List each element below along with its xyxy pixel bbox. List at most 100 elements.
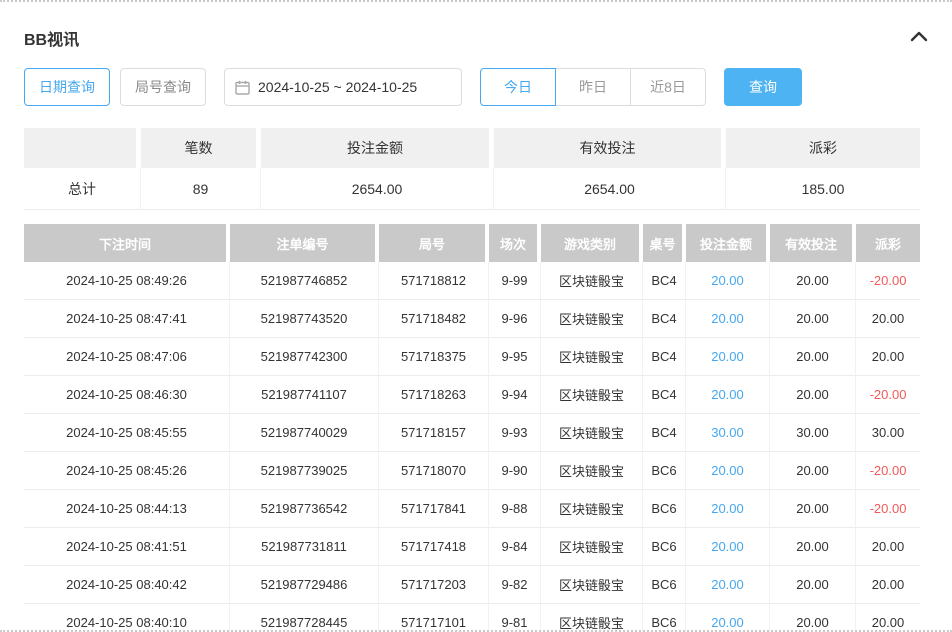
cell-order-number: 521987743520 — [230, 300, 379, 338]
cell-table-number: BC4 — [643, 300, 686, 338]
cell-bet-amount-link[interactable]: 20.00 — [686, 528, 770, 566]
cell-order-number: 521987736542 — [230, 490, 379, 528]
cell-round-number: 571717101 — [379, 604, 489, 632]
cell-payout: -20.00 — [856, 452, 920, 490]
table-row: 2024-10-25 08:47:41 521987743520 5717184… — [24, 300, 920, 338]
collapse-button[interactable] — [910, 29, 928, 47]
quick-range-group: 今日 昨日 近8日 — [480, 68, 706, 106]
cell-bet-amount-link[interactable]: 20.00 — [686, 490, 770, 528]
cell-valid-bet: 20.00 — [770, 376, 856, 414]
cell-table-number: BC4 — [643, 414, 686, 452]
cell-valid-bet: 20.00 — [770, 528, 856, 566]
cell-order-number: 521987729486 — [230, 566, 379, 604]
cell-table-number: BC6 — [643, 604, 686, 632]
cell-game-type: 区块链骰宝 — [541, 376, 643, 414]
cell-bet-amount-link[interactable]: 20.00 — [686, 262, 770, 300]
cell-session: 9-93 — [489, 414, 541, 452]
round-query-tab[interactable]: 局号查询 — [120, 68, 206, 106]
cell-session: 9-99 — [489, 262, 541, 300]
cell-session: 9-95 — [489, 338, 541, 376]
cell-game-type: 区块链骰宝 — [541, 490, 643, 528]
cell-round-number: 571717841 — [379, 490, 489, 528]
cell-bet-amount-link[interactable]: 20.00 — [686, 566, 770, 604]
table-row: 2024-10-25 08:44:13 521987736542 5717178… — [24, 490, 920, 528]
panel-header: BB视讯 — [24, 0, 928, 68]
cell-payout: 20.00 — [856, 566, 920, 604]
cell-bet-amount-link[interactable]: 20.00 — [686, 338, 770, 376]
cell-table-number: BC4 — [643, 376, 686, 414]
cell-round-number: 571718375 — [379, 338, 489, 376]
cell-table-number: BC4 — [643, 338, 686, 376]
chevron-up-icon — [910, 29, 928, 47]
date-range-value: 2024-10-25 ~ 2024-10-25 — [258, 79, 417, 95]
cell-session: 9-81 — [489, 604, 541, 632]
cell-round-number: 571718070 — [379, 452, 489, 490]
cell-bet-time: 2024-10-25 08:45:26 — [24, 452, 230, 490]
page-title: BB视讯 — [24, 26, 79, 50]
col-header-valid: 有效投注 — [770, 224, 856, 262]
cell-game-type: 区块链骰宝 — [541, 566, 643, 604]
cell-round-number: 571718812 — [379, 262, 489, 300]
cell-bet-amount-link[interactable]: 20.00 — [686, 376, 770, 414]
table-row: 2024-10-25 08:40:10 521987728445 5717171… — [24, 604, 920, 632]
cell-round-number: 571718482 — [379, 300, 489, 338]
search-button[interactable]: 查询 — [724, 68, 802, 106]
table-row: 2024-10-25 08:41:51 521987731811 5717174… — [24, 528, 920, 566]
cell-game-type: 区块链骰宝 — [541, 262, 643, 300]
cell-payout: -20.00 — [856, 376, 920, 414]
cell-valid-bet: 20.00 — [770, 604, 856, 632]
cell-bet-time: 2024-10-25 08:45:55 — [24, 414, 230, 452]
cell-table-number: BC6 — [643, 452, 686, 490]
col-header-order: 注单编号 — [230, 224, 379, 262]
cell-valid-bet: 30.00 — [770, 414, 856, 452]
cell-bet-time: 2024-10-25 08:49:26 — [24, 262, 230, 300]
yesterday-button[interactable]: 昨日 — [555, 68, 631, 106]
cell-order-number: 521987740029 — [230, 414, 379, 452]
summary-payout-value: 185.00 — [726, 168, 920, 210]
cell-bet-time: 2024-10-25 08:40:10 — [24, 604, 230, 632]
date-range-input[interactable]: 2024-10-25 ~ 2024-10-25 — [224, 68, 462, 106]
cell-bet-amount-link[interactable]: 20.00 — [686, 604, 770, 632]
cell-bet-time: 2024-10-25 08:44:13 — [24, 490, 230, 528]
cell-session: 9-84 — [489, 528, 541, 566]
cell-game-type: 区块链骰宝 — [541, 338, 643, 376]
last-8-days-button[interactable]: 近8日 — [630, 68, 706, 106]
cell-valid-bet: 20.00 — [770, 452, 856, 490]
cell-game-type: 区块链骰宝 — [541, 300, 643, 338]
summary-total-label: 总计 — [24, 168, 141, 210]
table-row: 2024-10-25 08:45:26 521987739025 5717180… — [24, 452, 920, 490]
filter-bar: 日期查询 局号查询 2024-10-25 ~ 2024-10-25 今日 昨日 … — [24, 68, 928, 106]
summary-header-blank — [24, 128, 141, 168]
cell-bet-time: 2024-10-25 08:47:41 — [24, 300, 230, 338]
summary-valid-value: 2654.00 — [494, 168, 726, 210]
page: BB视讯 日期查询 局号查询 2024-10-25 ~ 2024-10-25 今… — [0, 0, 952, 632]
cell-bet-time: 2024-10-25 08:40:42 — [24, 566, 230, 604]
today-button[interactable]: 今日 — [480, 68, 556, 106]
col-header-game: 游戏类别 — [541, 224, 643, 262]
cell-bet-amount-link[interactable]: 20.00 — [686, 300, 770, 338]
cell-order-number: 521987731811 — [230, 528, 379, 566]
summary-total-row: 总计 89 2654.00 2654.00 185.00 — [24, 168, 920, 210]
cell-game-type: 区块链骰宝 — [541, 604, 643, 632]
table-row: 2024-10-25 08:49:26 521987746852 5717188… — [24, 262, 920, 300]
cell-bet-time: 2024-10-25 08:41:51 — [24, 528, 230, 566]
table-row: 2024-10-25 08:47:06 521987742300 5717183… — [24, 338, 920, 376]
cell-order-number: 521987746852 — [230, 262, 379, 300]
cell-table-number: BC6 — [643, 490, 686, 528]
date-query-tab[interactable]: 日期查询 — [24, 68, 110, 106]
cell-valid-bet: 20.00 — [770, 566, 856, 604]
cell-bet-amount-link[interactable]: 30.00 — [686, 414, 770, 452]
cell-bet-amount-link[interactable]: 20.00 — [686, 452, 770, 490]
cell-round-number: 571718263 — [379, 376, 489, 414]
cell-valid-bet: 20.00 — [770, 490, 856, 528]
records-table: 下注时间 注单编号 局号 场次 游戏类别 桌号 投注金额 有效投注 派彩 202… — [24, 224, 920, 632]
cell-round-number: 571717418 — [379, 528, 489, 566]
summary-table: 笔数 投注金额 有效投注 派彩 总计 89 2654.00 2654.00 18… — [24, 128, 920, 210]
cell-game-type: 区块链骰宝 — [541, 414, 643, 452]
cell-order-number: 521987739025 — [230, 452, 379, 490]
cell-game-type: 区块链骰宝 — [541, 452, 643, 490]
bb-video-panel: BB视讯 日期查询 局号查询 2024-10-25 ~ 2024-10-25 今… — [0, 0, 952, 632]
summary-header-bet: 投注金额 — [261, 128, 494, 168]
cell-payout: 20.00 — [856, 528, 920, 566]
cell-valid-bet: 20.00 — [770, 300, 856, 338]
